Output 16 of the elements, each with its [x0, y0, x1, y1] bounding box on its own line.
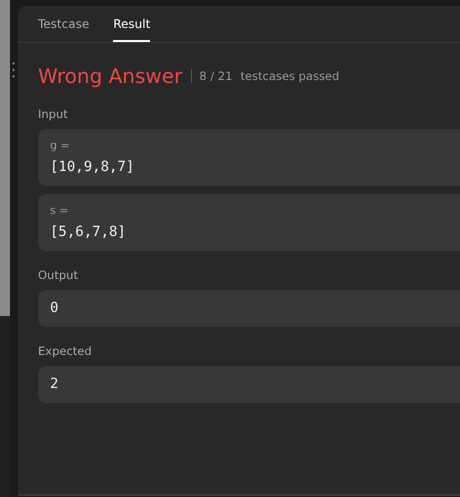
passed-label: testcases passed: [240, 69, 340, 83]
tab[interactable]: Testcase: [38, 6, 90, 42]
tab[interactable]: Result: [113, 6, 150, 42]
section-label: Expected: [38, 344, 92, 358]
scrollbar-thumb[interactable]: [0, 0, 10, 316]
param-value: 2: [50, 376, 58, 392]
verdict-text: Wrong Answer: [38, 64, 182, 88]
section-label: Output: [38, 268, 78, 282]
param-value: 0: [50, 300, 58, 316]
section-label: Input: [38, 107, 68, 121]
param-value: [10,9,8,7]: [50, 159, 134, 175]
param-name: s =: [50, 204, 68, 217]
param-name: g =: [50, 139, 70, 152]
param-value: [5,6,7,8]: [50, 224, 126, 240]
drag-handle-icon[interactable]: [12, 62, 15, 78]
passed-count: 8 / 21: [199, 69, 232, 83]
